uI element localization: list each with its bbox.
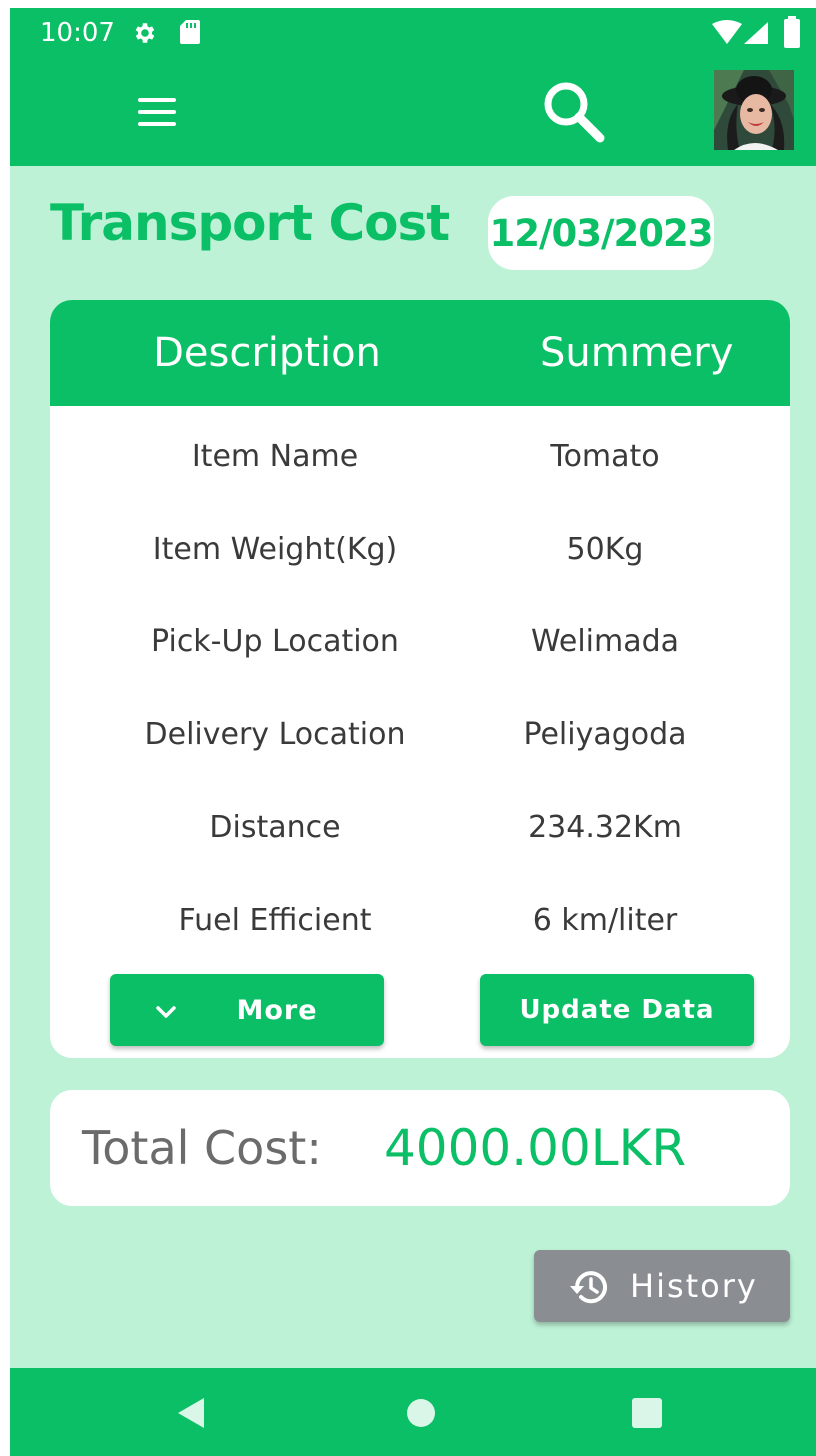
more-button[interactable]: More: [110, 974, 384, 1046]
row-label: Delivery Location: [144, 716, 406, 752]
table-header: Description Summery: [50, 300, 790, 406]
more-button-label: More: [236, 994, 318, 1026]
status-bar: 10:07: [10, 8, 816, 58]
gear-icon: [135, 23, 155, 43]
home-icon[interactable]: [406, 1398, 436, 1428]
page-title: Transport Cost: [50, 194, 450, 252]
table-row: Distance 234.32Km: [50, 797, 790, 857]
avatar-image: [714, 70, 794, 150]
menu-icon[interactable]: [136, 94, 178, 130]
recent-apps-icon[interactable]: [632, 1398, 662, 1428]
row-label: Fuel Efficient: [178, 902, 372, 938]
app-screen: 10:07 Transport Cost 12/03/2023 Descript…: [10, 8, 816, 1456]
row-value: 6 km/liter: [532, 902, 678, 938]
sd-card-icon: [180, 20, 200, 44]
total-cost-label: Total Cost:: [82, 1121, 322, 1175]
avatar[interactable]: [714, 70, 794, 150]
history-button-label: History: [630, 1267, 758, 1305]
chevron-down-icon: [156, 1006, 176, 1018]
table-row: Item Name Tomato: [50, 426, 790, 486]
history-icon: [570, 1271, 607, 1304]
row-value: Peliyagoda: [523, 716, 687, 752]
header-description: Description: [153, 330, 381, 376]
row-value: Welimada: [530, 623, 680, 659]
table-row: Pick-Up Location Welimada: [50, 611, 790, 671]
table-row: Fuel Efficient 6 km/liter: [50, 890, 790, 950]
row-label: Item Name: [191, 438, 359, 474]
row-label: Pick-Up Location: [151, 623, 399, 659]
signal-icon: [744, 22, 768, 44]
table-row: Delivery Location Peliyagoda: [50, 704, 790, 764]
header-summary: Summery: [540, 330, 734, 376]
total-cost-value: 4000.00LKR: [384, 1119, 687, 1177]
date-chip[interactable]: 12/03/2023: [488, 196, 714, 270]
app-bar: [10, 58, 816, 166]
row-label: Distance: [209, 809, 341, 845]
history-button[interactable]: History: [534, 1250, 790, 1322]
row-value: 50Kg: [566, 531, 644, 567]
update-data-button[interactable]: Update Data: [480, 974, 754, 1046]
status-time: 10:07: [40, 18, 115, 48]
back-icon[interactable]: [174, 1396, 208, 1430]
details-card: Description Summery Item Name Tomato Ite…: [50, 300, 790, 1058]
wifi-icon: [712, 20, 742, 44]
search-icon[interactable]: [542, 80, 606, 144]
navigation-bar: [10, 1368, 816, 1456]
row-value: 234.32Km: [528, 809, 682, 845]
row-label: Item Weight(Kg): [152, 531, 398, 567]
row-value: Tomato: [550, 438, 660, 474]
battery-icon: [784, 16, 800, 48]
table-row: Item Weight(Kg) 50Kg: [50, 519, 790, 579]
total-cost-card: Total Cost: 4000.00LKR: [50, 1090, 790, 1206]
